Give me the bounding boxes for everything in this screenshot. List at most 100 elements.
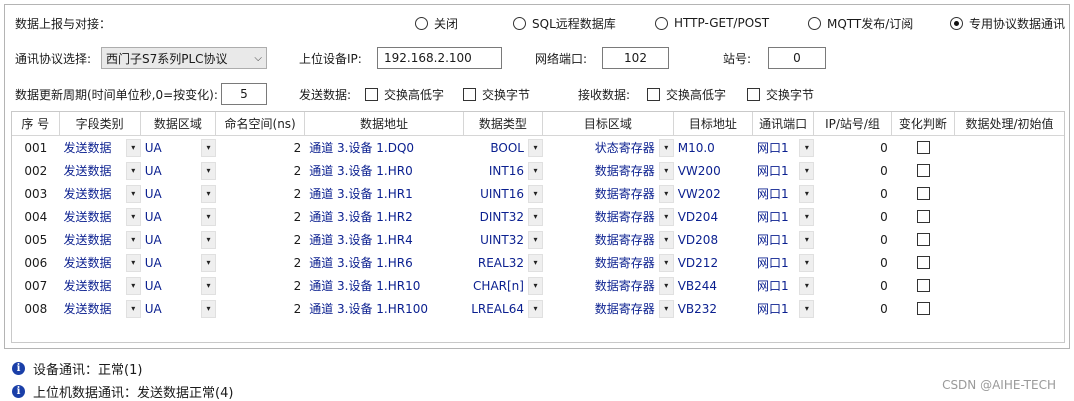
recv-swap-byte-checkbox[interactable]: [747, 87, 760, 101]
cell-port[interactable]: 网口1 ▾: [753, 159, 815, 182]
cell-type[interactable]: LREAL64 ▾: [464, 297, 543, 320]
change-checkbox[interactable]: [916, 164, 930, 177]
cell-change[interactable]: [892, 205, 955, 228]
station-input[interactable]: 0: [768, 47, 826, 69]
cell-category[interactable]: 发送数据 ▾: [60, 182, 141, 205]
dropdown-arrow-icon[interactable]: ▾: [125, 207, 141, 226]
cell-target-area[interactable]: 数据寄存器 ▾: [543, 159, 674, 182]
cell-target-area[interactable]: 数据寄存器 ▾: [543, 297, 674, 320]
cell-change[interactable]: [892, 274, 955, 297]
dropdown-arrow-icon[interactable]: ▾: [527, 161, 543, 180]
dropdown-arrow-icon[interactable]: ▾: [658, 138, 674, 157]
radio-special[interactable]: 专用协议数据通讯: [950, 15, 1065, 32]
dropdown-arrow-icon[interactable]: ▾: [125, 161, 141, 180]
dropdown-arrow-icon[interactable]: ▾: [201, 207, 217, 226]
cell-type[interactable]: DINT32 ▾: [464, 205, 543, 228]
table-row[interactable]: 007 发送数据 ▾ UA ▾ 2 通道 3.设备 1.HR10 CHAR[n] ▾ 数据寄存器 ▾…: [12, 274, 1064, 297]
table-row[interactable]: 001 发送数据 ▾ UA ▾ 2 通道 3.设备 1.DQ0 BOOL ▾ 状态寄存器 ▾ M10.…: [12, 136, 1064, 159]
dropdown-arrow-icon[interactable]: ▾: [125, 184, 141, 203]
radio-mqtt[interactable]: MQTT发布/订阅: [808, 15, 913, 32]
header-target-address[interactable]: 目标地址: [674, 112, 753, 135]
cell-address[interactable]: 通道 3.设备 1.HR10: [305, 274, 463, 297]
cell-target-area[interactable]: 数据寄存器 ▾: [543, 274, 674, 297]
dropdown-arrow-icon[interactable]: ▾: [125, 276, 141, 295]
cell-target-address[interactable]: VB232: [674, 297, 753, 320]
cell-ns[interactable]: 2: [216, 274, 305, 297]
cell-change[interactable]: [892, 136, 955, 159]
cell-category[interactable]: 发送数据 ▾: [60, 159, 141, 182]
cell-target-area[interactable]: 数据寄存器 ▾: [543, 182, 674, 205]
cell-target-address[interactable]: VD204: [674, 205, 753, 228]
cell-address[interactable]: 通道 3.设备 1.HR100: [305, 297, 463, 320]
header-processing[interactable]: 数据处理/初始值: [955, 112, 1064, 135]
dropdown-arrow-icon[interactable]: ▾: [125, 138, 141, 157]
cell-address[interactable]: 通道 3.设备 1.HR1: [305, 182, 463, 205]
cell-port[interactable]: 网口1 ▾: [753, 205, 815, 228]
cell-ns[interactable]: 2: [216, 159, 305, 182]
dropdown-arrow-icon[interactable]: ▾: [799, 184, 815, 203]
cell-processing[interactable]: [955, 182, 1064, 205]
header-change[interactable]: 变化判断: [892, 112, 956, 135]
dropdown-arrow-icon[interactable]: ▾: [125, 299, 141, 318]
cell-ns[interactable]: 2: [216, 182, 305, 205]
cell-ip[interactable]: 0: [814, 251, 891, 274]
cell-category[interactable]: 发送数据 ▾: [60, 228, 141, 251]
cell-target-address[interactable]: VD208: [674, 228, 753, 251]
cell-area[interactable]: UA ▾: [141, 159, 217, 182]
change-checkbox[interactable]: [916, 256, 930, 269]
cell-change[interactable]: [892, 228, 955, 251]
cell-target-area[interactable]: 数据寄存器 ▾: [543, 251, 674, 274]
cell-ns[interactable]: 2: [216, 228, 305, 251]
cell-port[interactable]: 网口1 ▾: [753, 136, 815, 159]
cell-area[interactable]: UA ▾: [141, 182, 217, 205]
dropdown-arrow-icon[interactable]: ▾: [799, 161, 815, 180]
header-ip[interactable]: IP/站号/组: [814, 112, 892, 135]
dropdown-arrow-icon[interactable]: ▾: [799, 299, 815, 318]
dropdown-arrow-icon[interactable]: ▾: [527, 276, 543, 295]
cell-ip[interactable]: 0: [814, 274, 891, 297]
cell-address[interactable]: 通道 3.设备 1.HR6: [305, 251, 463, 274]
cell-target-area[interactable]: 数据寄存器 ▾: [543, 205, 674, 228]
cell-ns[interactable]: 2: [216, 205, 305, 228]
header-no[interactable]: 序 号: [12, 112, 60, 135]
header-ns[interactable]: 命名空间(ns): [216, 112, 306, 135]
send-swap-byte[interactable]: 交换字节: [463, 86, 530, 103]
send-swap-word-checkbox[interactable]: [365, 87, 378, 101]
radio-sql-circle[interactable]: [513, 16, 526, 30]
dropdown-arrow-icon[interactable]: ▾: [658, 161, 674, 180]
cell-ns[interactable]: 2: [216, 136, 305, 159]
cell-target-area[interactable]: 状态寄存器 ▾: [543, 136, 674, 159]
cell-processing[interactable]: [955, 228, 1064, 251]
ip-input[interactable]: 192.168.2.100: [377, 47, 502, 69]
dropdown-arrow-icon[interactable]: ▾: [201, 161, 217, 180]
dropdown-arrow-icon[interactable]: ▾: [799, 276, 815, 295]
dropdown-arrow-icon[interactable]: ▾: [201, 184, 217, 203]
cell-type[interactable]: REAL32 ▾: [464, 251, 543, 274]
radio-mqtt-circle[interactable]: [808, 16, 821, 30]
cell-ip[interactable]: 0: [814, 205, 891, 228]
cell-change[interactable]: [892, 251, 955, 274]
cell-area[interactable]: UA ▾: [141, 205, 217, 228]
cell-type[interactable]: UINT16 ▾: [464, 182, 543, 205]
cell-port[interactable]: 网口1 ▾: [753, 274, 815, 297]
cell-address[interactable]: 通道 3.设备 1.HR4: [305, 228, 463, 251]
cell-port[interactable]: 网口1 ▾: [753, 228, 815, 251]
dropdown-arrow-icon[interactable]: ▾: [658, 299, 674, 318]
dropdown-arrow-icon[interactable]: ▾: [527, 230, 543, 249]
cell-address[interactable]: 通道 3.设备 1.DQ0: [305, 136, 463, 159]
table-row[interactable]: 003 发送数据 ▾ UA ▾ 2 通道 3.设备 1.HR1 UINT16 ▾ 数据寄存器 ▾ VW…: [12, 182, 1064, 205]
dropdown-arrow-icon[interactable]: ▾: [201, 276, 217, 295]
cell-port[interactable]: 网口1 ▾: [753, 297, 815, 320]
cell-change[interactable]: [892, 159, 955, 182]
table-row[interactable]: 008 发送数据 ▾ UA ▾ 2 通道 3.设备 1.HR100 LREAL64 ▾ 数据寄存器…: [12, 297, 1064, 320]
dropdown-arrow-icon[interactable]: ▾: [527, 184, 543, 203]
radio-off-circle[interactable]: [415, 16, 428, 30]
cell-category[interactable]: 发送数据 ▾: [60, 136, 141, 159]
cell-ip[interactable]: 0: [814, 182, 891, 205]
dropdown-arrow-icon[interactable]: ▾: [201, 299, 217, 318]
recv-swap-word[interactable]: 交换高低字: [647, 86, 726, 103]
radio-special-circle[interactable]: [950, 16, 963, 30]
table-row[interactable]: 002 发送数据 ▾ UA ▾ 2 通道 3.设备 1.HR0 INT16 ▾ 数据寄存器 ▾ VW2…: [12, 159, 1064, 182]
cell-ip[interactable]: 0: [814, 228, 891, 251]
cell-category[interactable]: 发送数据 ▾: [60, 274, 141, 297]
